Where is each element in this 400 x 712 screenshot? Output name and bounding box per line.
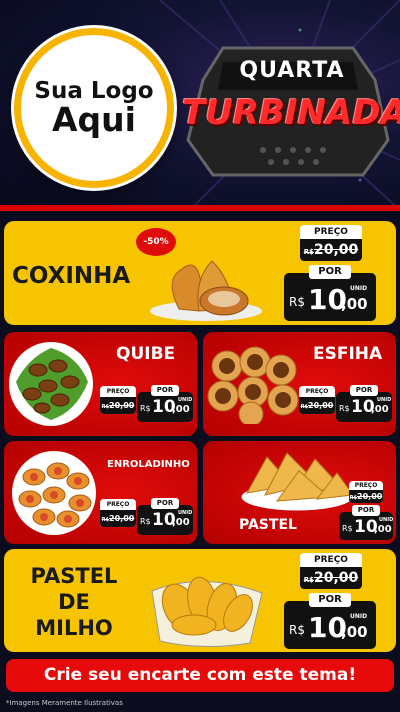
product-name: QUIBE bbox=[116, 344, 176, 364]
product-name: COXINHA bbox=[12, 263, 131, 289]
product-name: PASTEL bbox=[239, 517, 297, 533]
price-cents: ,00 bbox=[172, 404, 190, 415]
new-price-box: POR R$ 10 ,00 UNID bbox=[284, 593, 376, 649]
unid-label: UNID bbox=[377, 397, 392, 403]
preco-label: PREÇO bbox=[100, 499, 136, 510]
por-label: POR bbox=[350, 385, 378, 396]
preco-label: PREÇO bbox=[300, 553, 362, 567]
new-price-box: POR R$ 10 ,00 UNID bbox=[339, 505, 394, 540]
old-price-value: 20,00 bbox=[308, 401, 334, 410]
old-price-value: 20,00 bbox=[313, 242, 359, 258]
header: Sua Logo Aqui QUARTA TURBINADA bbox=[0, 0, 400, 210]
esfiha-image bbox=[207, 346, 299, 424]
price-cents: ,00 bbox=[172, 517, 190, 528]
currency-symbol: R$ bbox=[140, 404, 151, 413]
old-price: R$20,00 bbox=[300, 239, 362, 261]
badge-line-1: QUARTA bbox=[239, 58, 345, 83]
product-card-enroladinho: ENROLADINHO PREÇO R$20,00 POR R$ 10 ,00 … bbox=[4, 441, 197, 544]
old-price-currency: R$ bbox=[303, 576, 314, 584]
por-label: POR bbox=[352, 505, 380, 516]
image-disclaimer: *Imagens Meramente Ilustrativas bbox=[6, 699, 123, 707]
old-price: R$20,00 bbox=[299, 397, 335, 414]
unid-label: UNID bbox=[178, 397, 193, 403]
currency-symbol: R$ bbox=[140, 517, 151, 526]
unid-label: UNID bbox=[350, 285, 368, 292]
old-price-box: PREÇO R$20,00 bbox=[349, 481, 383, 503]
currency-symbol: R$ bbox=[339, 404, 350, 413]
unid-label: UNID bbox=[178, 510, 193, 516]
old-price-box: PREÇO R$20,00 bbox=[100, 386, 136, 414]
old-price-currency: R$ bbox=[101, 404, 110, 410]
por-label: POR bbox=[151, 498, 179, 509]
product-name: ENROLADINHO bbox=[107, 459, 190, 470]
product-name: ESFIHA bbox=[313, 344, 383, 364]
currency-symbol: R$ bbox=[289, 295, 305, 309]
old-price-value: 20,00 bbox=[313, 570, 359, 586]
currency-symbol: R$ bbox=[289, 623, 305, 637]
pastel-image bbox=[240, 452, 354, 512]
preco-label: PREÇO bbox=[300, 225, 362, 239]
old-price: R$20,00 bbox=[100, 397, 136, 414]
old-price-box: PREÇO R$20,00 bbox=[299, 386, 335, 414]
price-cents: ,00 bbox=[374, 524, 392, 535]
discount-badge: -50% bbox=[136, 228, 176, 256]
product-card-quibe: QUIBE PREÇO R$20,00 POR R$ 10 ,00 UNID bbox=[4, 332, 197, 436]
old-price-box: PREÇO R$20,00 bbox=[300, 225, 362, 261]
pastel-de-milho-image bbox=[151, 576, 263, 648]
cta-banner[interactable]: Crie seu encarte com este tema! bbox=[6, 659, 394, 692]
product-card-pastel: PASTEL PREÇO R$20,00 POR R$ 10 ,00 UNID bbox=[203, 441, 396, 544]
product-name-line-2: DE bbox=[58, 590, 90, 614]
product-card-pastel-de-milho: PASTEL DE MILHO PREÇO R$20,00 POR R$ 10 … bbox=[4, 549, 396, 652]
old-price-currency: R$ bbox=[300, 404, 309, 410]
por-label: POR bbox=[309, 265, 351, 279]
old-price-currency: R$ bbox=[303, 248, 314, 256]
old-price-currency: R$ bbox=[101, 517, 110, 523]
price-cents: ,00 bbox=[371, 404, 389, 415]
unid-label: UNID bbox=[350, 613, 368, 620]
old-price-value: 20,00 bbox=[357, 492, 383, 501]
old-price-currency: R$ bbox=[349, 495, 358, 501]
product-card-esfiha: ESFIHA PREÇO R$20,00 POR R$ 10 ,00 UNID bbox=[203, 332, 396, 436]
old-price-box: PREÇO R$20,00 bbox=[100, 499, 136, 527]
preco-label: PREÇO bbox=[349, 481, 383, 490]
price-cents: ,00 bbox=[341, 295, 368, 313]
new-price-box: POR R$ 10 ,00 UNID bbox=[284, 265, 376, 321]
product-card-coxinha: COXINHA PREÇO R$20,00 POR R$ 10 ,00 UNID bbox=[4, 221, 396, 325]
header-divider bbox=[0, 205, 400, 211]
preco-label: PREÇO bbox=[299, 386, 335, 397]
por-label: POR bbox=[151, 385, 179, 396]
old-price-value: 20,00 bbox=[109, 514, 135, 523]
new-price-box: POR R$ 10 ,00 UNID bbox=[137, 385, 193, 422]
unid-label: UNID bbox=[379, 517, 394, 523]
currency-symbol: R$ bbox=[342, 524, 353, 533]
old-price-box: PREÇO R$20,00 bbox=[300, 553, 362, 589]
preco-label: PREÇO bbox=[100, 386, 136, 397]
new-price-box: POR R$ 10 ,00 UNID bbox=[137, 498, 193, 535]
product-name: PASTEL DE MILHO bbox=[26, 563, 122, 641]
por-label: POR bbox=[309, 593, 351, 607]
product-name-line-3: MILHO bbox=[35, 616, 113, 640]
price-cents: ,00 bbox=[341, 623, 368, 641]
old-price: R$20,00 bbox=[349, 490, 383, 503]
old-price: R$20,00 bbox=[300, 567, 362, 589]
product-name-line-1: PASTEL bbox=[30, 564, 118, 588]
old-price: R$20,00 bbox=[100, 510, 136, 527]
old-price-value: 20,00 bbox=[109, 401, 135, 410]
logo-placeholder: Sua Logo Aqui bbox=[14, 28, 174, 188]
badge-line-2: TURBINADA bbox=[182, 93, 400, 133]
enroladinho-image bbox=[12, 451, 96, 535]
new-price-box: POR R$ 10 ,00 UNID bbox=[336, 385, 392, 422]
logo-line-2: Aqui bbox=[52, 99, 136, 139]
quibe-image bbox=[9, 342, 93, 426]
